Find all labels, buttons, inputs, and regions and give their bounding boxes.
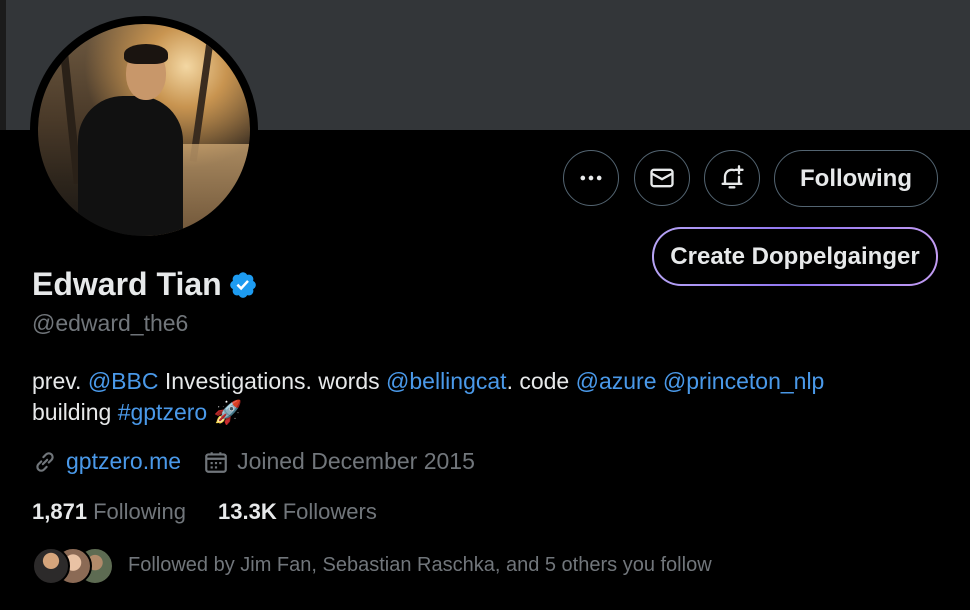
avatar [32, 547, 70, 585]
profile-avatar[interactable] [30, 16, 258, 244]
mention-bellingcat[interactable]: @bellingcat [386, 368, 507, 394]
profile-bio: prev. @BBC Investigations. words @bellin… [32, 366, 824, 428]
bio-line-2: building #gptzero 🚀 [32, 399, 243, 425]
mention-princeton-nlp[interactable]: @princeton_nlp [663, 368, 824, 394]
rocket-emoji: 🚀 [213, 399, 243, 425]
more-button[interactable] [563, 150, 619, 206]
link-icon [36, 451, 54, 472]
followed-by-row[interactable]: Followed by Jim Fan, Sebastian Raschka, … [32, 547, 712, 585]
doppelgainger-button-label: Create Doppelgainger [670, 242, 920, 270]
profile-meta: gptzero.me Joined December 2015 [32, 448, 475, 475]
bell-plus-icon [721, 165, 744, 189]
calendar-icon [205, 451, 227, 473]
website-link[interactable]: gptzero.me [66, 448, 181, 475]
bio-line-1: prev. @BBC Investigations. words @bellin… [32, 368, 825, 394]
profile-name: Edward Tian [32, 266, 222, 302]
profile-name-row: Edward Tian [32, 266, 258, 303]
following-button[interactable]: Following [774, 150, 938, 207]
avatar-photo [38, 24, 250, 236]
mention-azure[interactable]: @azure [576, 368, 657, 394]
joined-text: Joined December 2015 [237, 448, 475, 474]
mention-bbc[interactable]: @BBC [88, 368, 159, 394]
more-icon [580, 175, 602, 181]
profile-stats: 1,871 Following 13.3K Followers [32, 499, 409, 525]
followers-stat[interactable]: 13.3K Followers [218, 499, 377, 525]
followed-by-text: Followed by Jim Fan, Sebastian Raschka, … [128, 553, 712, 576]
following-stat[interactable]: 1,871 Following [32, 499, 186, 525]
create-doppelgainger-button[interactable]: Create Doppelgainger [652, 227, 938, 286]
verified-badge-icon[interactable] [228, 270, 258, 300]
hashtag-gptzero[interactable]: #gptzero [118, 399, 208, 425]
joined-date: Joined December 2015 [203, 448, 475, 475]
mail-icon [650, 168, 674, 188]
notify-button[interactable] [704, 150, 760, 206]
followed-by-avatars [32, 547, 114, 585]
message-button[interactable] [634, 150, 690, 206]
following-button-label: Following [800, 164, 912, 192]
profile-handle: @edward_the6 [32, 310, 189, 336]
